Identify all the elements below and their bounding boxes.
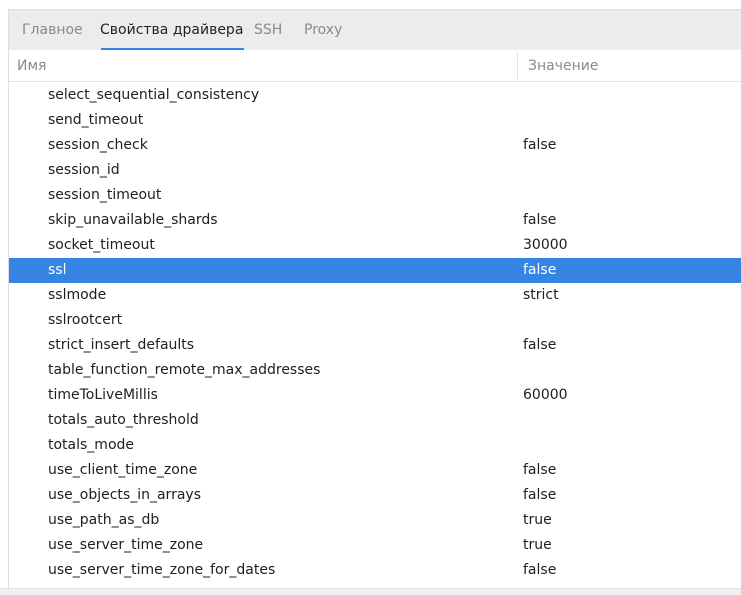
property-value[interactable]: 60000 — [523, 387, 568, 403]
bottom-border — [0, 588, 741, 595]
table-row[interactable]: sslrootcert — [9, 308, 741, 333]
property-name: session_check — [48, 137, 148, 153]
property-name: sslmode — [48, 287, 107, 303]
property-name: totals_auto_threshold — [48, 412, 199, 428]
tab-bar: Главное Свойства драйвера SSH Proxy — [8, 9, 741, 51]
property-name: socket_timeout — [48, 237, 155, 253]
property-name: use_server_time_zone_for_dates — [48, 562, 276, 578]
property-value[interactable]: 30000 — [523, 237, 568, 253]
table-row[interactable]: session_id — [9, 158, 741, 183]
property-name: session_timeout — [48, 187, 162, 203]
tab-ssh[interactable]: SSH — [254, 22, 282, 38]
property-name: strict_insert_defaults — [48, 337, 195, 353]
property-value[interactable]: false — [523, 137, 556, 153]
tab-proxy[interactable]: Proxy — [304, 22, 342, 38]
property-value[interactable]: false — [523, 562, 556, 578]
property-name: use_server_time_zone — [48, 537, 204, 553]
table-header: Имя Значение — [9, 50, 741, 82]
property-name: use_objects_in_arrays — [48, 487, 201, 503]
table-row[interactable]: strict_insert_defaults false — [9, 333, 741, 358]
table-body: select_sequential_consistency send_timeou… — [9, 83, 741, 583]
table-row[interactable]: use_server_time_zone true — [9, 533, 741, 558]
table-row[interactable]: session_timeout — [9, 183, 741, 208]
table-row[interactable]: timeToLiveMillis 60000 — [9, 383, 741, 408]
table-row[interactable]: socket_timeout 30000 — [9, 233, 741, 258]
table-row[interactable]: send_timeout — [9, 108, 741, 133]
column-separator[interactable] — [517, 52, 518, 80]
property-name: sslrootcert — [48, 312, 123, 328]
table-row[interactable]: table_function_remote_max_addresses — [9, 358, 741, 383]
property-value[interactable]: false — [523, 487, 556, 503]
table-row[interactable]: use_path_as_db true — [9, 508, 741, 533]
table-row[interactable]: select_sequential_consistency — [9, 83, 741, 108]
property-value[interactable]: strict — [523, 287, 559, 303]
window-top-edge — [0, 0, 741, 9]
table-row[interactable]: skip_unavailable_shards false — [9, 208, 741, 233]
property-value[interactable]: false — [523, 337, 556, 353]
property-name: totals_mode — [48, 437, 135, 453]
property-value[interactable]: false — [523, 212, 556, 228]
table-row[interactable]: sslmode strict — [9, 283, 741, 308]
table-row[interactable]: use_objects_in_arrays false — [9, 483, 741, 508]
property-name: skip_unavailable_shards — [48, 212, 218, 228]
table-row[interactable]: totals_auto_threshold — [9, 408, 741, 433]
tab-driver-properties[interactable]: Свойства драйвера — [100, 22, 243, 38]
driver-settings-panel: Главное Свойства драйвера SSH Proxy Имя … — [0, 0, 741, 595]
property-name: table_function_remote_max_addresses — [48, 362, 321, 378]
property-name: session_id — [48, 162, 120, 178]
property-name: use_path_as_db — [48, 512, 160, 528]
table-row[interactable]: ssl false — [9, 258, 741, 283]
property-value[interactable]: false — [523, 262, 556, 278]
property-name: timeToLiveMillis — [48, 387, 158, 403]
properties-table: Имя Значение select_sequential_consisten… — [8, 50, 741, 588]
table-row[interactable]: session_check false — [9, 133, 741, 158]
table-row[interactable]: use_server_time_zone_for_dates false — [9, 558, 741, 583]
table-row[interactable]: totals_mode — [9, 433, 741, 458]
property-name: ssl — [48, 262, 67, 278]
property-value[interactable]: false — [523, 462, 556, 478]
tab-main[interactable]: Главное — [22, 22, 83, 38]
property-value[interactable]: true — [523, 537, 552, 553]
property-value[interactable]: true — [523, 512, 552, 528]
property-name: use_client_time_zone — [48, 462, 198, 478]
table-row[interactable]: use_client_time_zone false — [9, 458, 741, 483]
column-header-value[interactable]: Значение — [528, 58, 598, 74]
property-name: send_timeout — [48, 112, 144, 128]
column-header-name[interactable]: Имя — [17, 58, 46, 74]
property-name: select_sequential_consistency — [48, 87, 260, 103]
